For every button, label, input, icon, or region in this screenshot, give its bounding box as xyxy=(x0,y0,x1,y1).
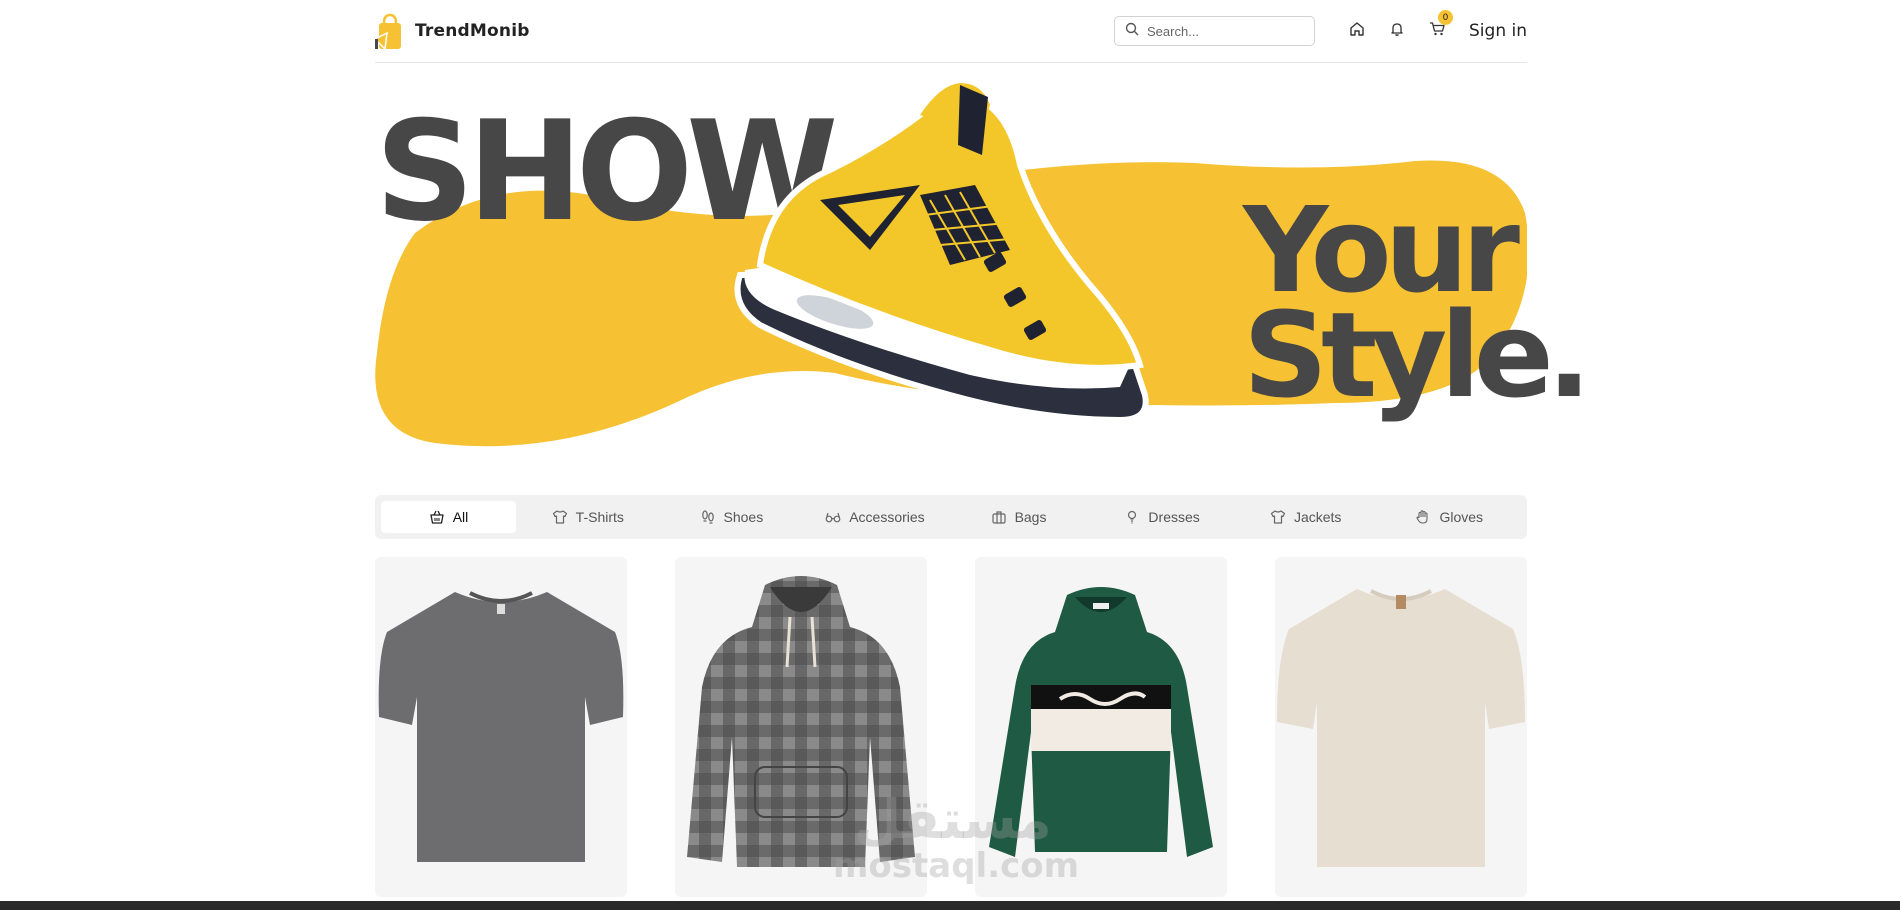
tab-t-shirts[interactable]: T-Shirts xyxy=(516,501,660,533)
category-tabs: All T-Shirts Shoes Accessories Bags Dres… xyxy=(375,495,1527,539)
product-card[interactable] xyxy=(375,557,627,897)
tab-label: Bags xyxy=(1014,509,1047,525)
tab-bags[interactable]: Bags xyxy=(947,501,1091,533)
cart-button[interactable]: 0 xyxy=(1417,10,1457,46)
tab-label: Jackets xyxy=(1293,509,1342,525)
tab-shoes[interactable]: Shoes xyxy=(660,501,804,533)
briefcase-icon xyxy=(991,509,1007,525)
shirt-icon xyxy=(1270,509,1286,525)
basket-icon xyxy=(429,509,445,525)
product-card[interactable] xyxy=(1275,557,1527,897)
tab-gloves[interactable]: Gloves xyxy=(1377,501,1521,533)
tab-accessories[interactable]: Accessories xyxy=(803,501,947,533)
hand-icon xyxy=(1415,509,1431,525)
site-header-container: TrendMonib Search... 0 Sign in xyxy=(373,0,1527,63)
brand-name: TrendMonib xyxy=(415,21,530,41)
tab-label: Shoes xyxy=(723,509,764,525)
search-icon xyxy=(1125,22,1139,41)
header-actions: 0 Sign in xyxy=(1114,10,1527,46)
tab-label: All xyxy=(452,509,469,525)
beige-tshirt-image xyxy=(1277,589,1525,867)
cart-count-badge: 0 xyxy=(1438,10,1454,25)
tab-all[interactable]: All xyxy=(381,501,516,533)
home-icon xyxy=(1349,21,1365,42)
tab-label: Dresses xyxy=(1148,509,1200,525)
sneaker-image xyxy=(734,83,1149,424)
gray-tshirt-image xyxy=(378,591,624,862)
shopping-bag-logo-icon xyxy=(373,13,403,51)
tab-label: Accessories xyxy=(849,509,925,525)
watermark: مستقل mostaql.com xyxy=(833,788,1080,886)
watermark-arabic-text: مستقل xyxy=(854,788,1052,851)
search-box xyxy=(1114,16,1316,46)
bell-icon xyxy=(1389,21,1405,42)
brand[interactable]: TrendMonib xyxy=(373,13,530,51)
bottom-bar xyxy=(0,901,1900,910)
tab-label: Gloves xyxy=(1439,509,1484,525)
footprints-icon xyxy=(700,509,716,525)
tab-label: T-Shirts xyxy=(575,509,624,525)
tab-dresses[interactable]: Dresses xyxy=(1090,501,1234,533)
search-input[interactable] xyxy=(1147,23,1298,39)
site-header: TrendMonib Search... 0 Sign in xyxy=(373,0,1527,63)
tshirt-icon xyxy=(552,509,568,525)
home-button[interactable] xyxy=(1337,16,1377,46)
tab-jackets[interactable]: Jackets xyxy=(1234,501,1378,533)
watermark-domain-text: mostaql.com xyxy=(833,846,1080,886)
notifications-button[interactable] xyxy=(1377,16,1417,46)
glasses-icon xyxy=(825,509,841,525)
dress-icon xyxy=(1124,509,1140,525)
hero-banner: SHOW Your Style. xyxy=(375,63,1592,463)
sign-in-link[interactable]: Sign in xyxy=(1469,21,1527,41)
hero-word-style: Style. xyxy=(1243,286,1592,424)
